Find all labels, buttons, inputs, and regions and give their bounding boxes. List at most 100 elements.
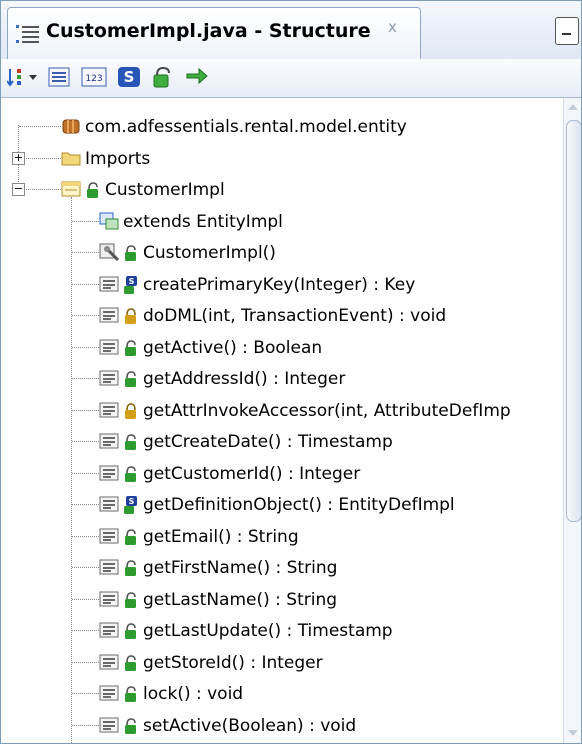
panel-title: CustomerImpl.java - Structure xyxy=(46,20,371,42)
structure-tree: com.adfessentials.rental.model.entity + Im… xyxy=(1,98,563,743)
tree-member-item[interactable]: setActive(Boolean) : void xyxy=(1,711,561,741)
list-view-icon[interactable] xyxy=(47,65,71,89)
tree-member-item[interactable]: getActive() : Boolean xyxy=(1,333,561,363)
tree-member-item[interactable]: lock() : void xyxy=(1,679,561,709)
extends-icon xyxy=(99,212,119,230)
structure-icon xyxy=(16,25,39,43)
tree-node-label: getAttrInvokeAccessor(int, AttributeDefI… xyxy=(143,400,511,421)
vertical-scrollbar[interactable] xyxy=(563,98,581,743)
method-icon xyxy=(99,495,119,513)
tree-node-label: CustomerImpl() xyxy=(143,243,276,263)
tree-connector xyxy=(72,504,99,505)
tree-node-label: Imports xyxy=(85,148,151,169)
tree-connector xyxy=(72,567,99,568)
tree-member-item[interactable]: getLastUpdate() : Timestamp xyxy=(1,616,561,646)
public-access-icon xyxy=(123,654,139,672)
tree-node[interactable]: + Imports xyxy=(1,144,561,174)
collapse-icon[interactable]: − xyxy=(12,183,25,196)
protected-access-icon xyxy=(123,402,139,420)
tree-member-item[interactable]: getCustomerId() : Integer xyxy=(1,459,561,489)
tree-connector xyxy=(72,252,99,253)
public-access-icon xyxy=(123,465,139,483)
method-icon xyxy=(99,338,119,356)
scroll-thumb[interactable] xyxy=(566,120,581,522)
tree-member-item[interactable]: getEmail() : String xyxy=(1,522,561,552)
method-icon xyxy=(99,653,119,671)
tree-member-item[interactable]: getFirstName() : String xyxy=(1,553,561,583)
svg-text:S: S xyxy=(129,497,135,506)
tree-member-item[interactable]: getAttrInvokeAccessor(int, AttributeDefI… xyxy=(1,396,561,426)
method-icon xyxy=(99,716,119,734)
static-public-access-icon: S xyxy=(123,496,139,514)
static-members-icon[interactable]: S xyxy=(117,65,141,89)
method-icon xyxy=(99,621,119,639)
tree-node-label: getEmail() : String xyxy=(143,526,299,547)
tree-node[interactable]: com.adfessentials.rental.model.entity xyxy=(1,112,561,142)
expand-icon[interactable]: + xyxy=(12,151,25,165)
svg-text:123: 123 xyxy=(85,74,102,84)
method-icon xyxy=(99,590,119,608)
sync-icon[interactable] xyxy=(185,65,211,89)
tree-connector xyxy=(72,346,99,348)
tree-connector xyxy=(19,157,61,159)
tree-node-label: getFirstName() : String xyxy=(143,558,338,578)
public-access-icon xyxy=(123,685,139,703)
tree-connector xyxy=(72,535,99,537)
scroll-down-arrow-icon[interactable] xyxy=(568,730,578,736)
close-icon[interactable]: x xyxy=(388,18,397,36)
tree-member-item[interactable]: getStoreId() : Integer xyxy=(1,648,561,678)
public-access-icon xyxy=(123,244,139,262)
tree-member-item[interactable]: SgetDefinitionObject() : EntityDefImpl xyxy=(1,490,561,520)
method-icon xyxy=(99,464,119,482)
method-icon xyxy=(99,275,119,293)
numbered-view-icon[interactable]: 123 xyxy=(81,65,107,89)
minimize-button[interactable] xyxy=(555,17,579,45)
tree-member-item[interactable]: getAddressId() : Integer xyxy=(1,364,561,394)
tree-node-label: setActive(Boolean) : void xyxy=(143,715,357,736)
tree-node-label: getCreateDate() : Timestamp xyxy=(143,432,393,452)
tree-node-label: getDefinitionObject() : EntityDefImpl xyxy=(143,495,455,515)
method-icon xyxy=(99,432,119,450)
tree-connector xyxy=(72,661,99,663)
scroll-up-arrow-icon[interactable] xyxy=(568,104,578,110)
tree-node-label: getLastName() : String xyxy=(143,589,338,610)
tree-connector xyxy=(72,220,99,222)
method-icon xyxy=(99,684,119,702)
svg-text:S: S xyxy=(124,68,135,86)
sort-icon[interactable] xyxy=(7,65,41,89)
method-icon xyxy=(99,306,119,324)
constructor-icon xyxy=(99,243,120,262)
tree-node[interactable]: − CustomerImpl xyxy=(1,175,561,205)
tree-member-item[interactable]: doDML(int, TransactionEvent) : void xyxy=(1,301,561,331)
tree-node-label: getCustomerId() : Integer xyxy=(143,463,361,484)
method-icon xyxy=(99,369,119,387)
static-public-access-icon: S xyxy=(123,275,139,294)
tree-connector xyxy=(72,283,99,285)
tree-node-label: createPrimaryKey(Integer) : Key xyxy=(143,274,416,295)
tree-node-label: getActive() : Boolean xyxy=(143,337,323,358)
tree-node-label: doDML(int, TransactionEvent) : void xyxy=(143,306,447,326)
tree-connector xyxy=(19,189,61,190)
svg-text:S: S xyxy=(129,277,135,286)
folder-icon xyxy=(61,149,81,167)
toolbar: 123 S xyxy=(1,59,581,98)
protected-access-icon xyxy=(123,307,139,325)
tree-member-item[interactable]: getLastName() : String xyxy=(1,585,561,615)
public-access-icon xyxy=(123,559,139,577)
method-icon xyxy=(99,527,119,545)
tree-node-label: com.adfessentials.rental.model.entity xyxy=(85,117,407,137)
public-access-icon xyxy=(123,339,139,357)
tree-connector xyxy=(72,724,99,726)
tree-member-item[interactable]: ScreatePrimaryKey(Integer) : Key xyxy=(1,270,561,300)
tree-node-label: extends EntityImpl xyxy=(123,211,283,232)
public-access-icon xyxy=(123,370,139,388)
tree-node-label: lock() : void xyxy=(143,684,244,704)
tree-member-item[interactable]: getCreateDate() : Timestamp xyxy=(1,427,561,457)
public-access-icon xyxy=(85,181,101,199)
tree-member-item[interactable]: CustomerImpl() xyxy=(1,238,561,268)
tab-structure[interactable]: CustomerImpl.java - Structure x xyxy=(7,7,421,60)
tree-member-item[interactable]: extends EntityImpl xyxy=(1,207,561,237)
inherited-members-icon[interactable] xyxy=(151,65,175,89)
class-icon xyxy=(61,180,81,198)
tree-connector xyxy=(19,126,61,127)
